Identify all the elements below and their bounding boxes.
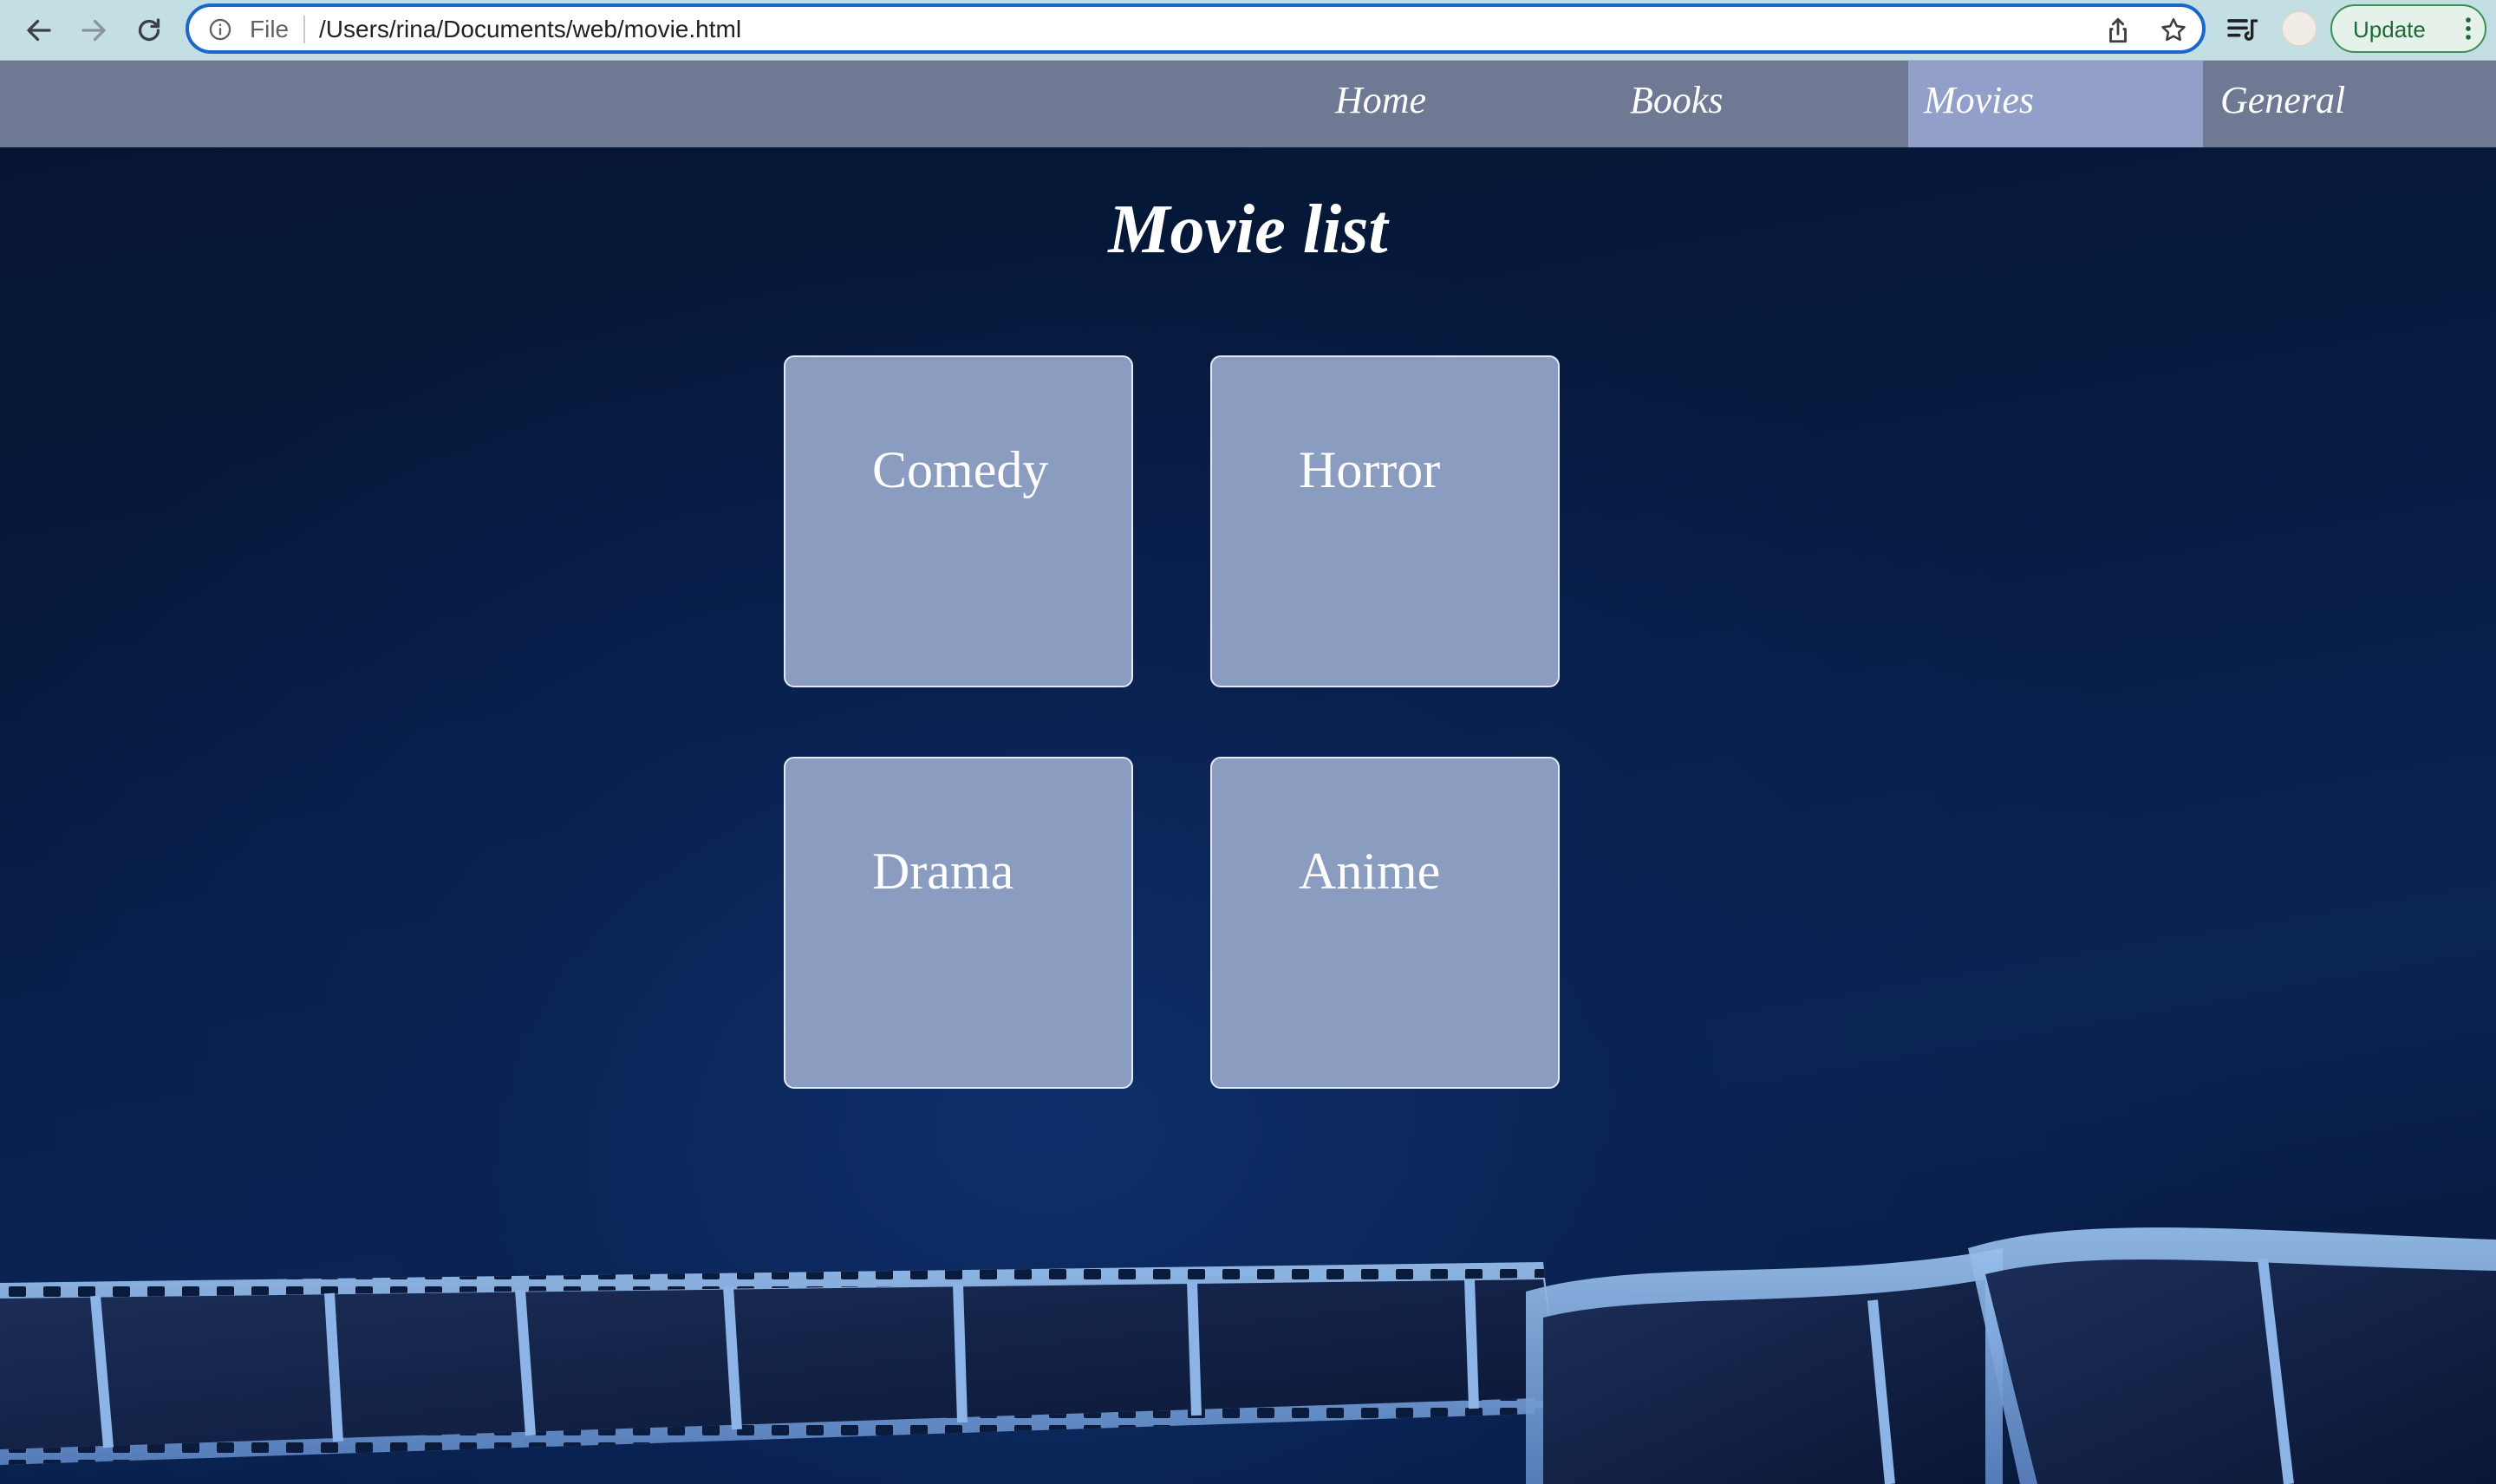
forward-button[interactable]: [72, 9, 115, 52]
address-separator: [303, 16, 305, 43]
forward-icon: [81, 19, 106, 42]
film-strip-decoration: [0, 1227, 2496, 1484]
nav-item-label: Home: [1335, 79, 1427, 121]
star-icon[interactable]: [2159, 16, 2188, 45]
category-card-horror[interactable]: Horror: [1210, 355, 1560, 687]
page-content: Home Books Movies General Movie list Com…: [0, 61, 2496, 1484]
reading-list-icon[interactable]: [2225, 12, 2259, 47]
category-card-drama[interactable]: Drama: [784, 757, 1133, 1089]
nav-item-movies[interactable]: Movies: [1908, 61, 2203, 147]
category-label: Comedy: [872, 441, 1049, 498]
info-icon[interactable]: [208, 17, 232, 42]
category-card-anime[interactable]: Anime: [1210, 757, 1560, 1089]
top-nav: Home Books Movies General: [0, 61, 2496, 147]
nav-item-label: Movies: [1924, 79, 2035, 121]
category-label: Horror: [1299, 441, 1441, 498]
nav-item-general[interactable]: General: [2203, 61, 2496, 147]
category-label: Drama: [872, 843, 1014, 900]
nav-item-label: Books: [1630, 79, 1724, 121]
back-button[interactable]: [17, 9, 61, 52]
page-title: Movie list: [1108, 192, 1388, 268]
kebab-menu-icon[interactable]: [2459, 14, 2478, 43]
nav-item-label: General: [2220, 79, 2346, 121]
url-text[interactable]: /Users/rina/Documents/web/movie.html: [319, 16, 741, 43]
reload-button[interactable]: [127, 9, 171, 52]
address-bar[interactable]: File /Users/rina/Documents/web/movie.htm…: [186, 3, 2206, 54]
category-card-comedy[interactable]: Comedy: [784, 355, 1133, 687]
nav-item-books[interactable]: Books: [1611, 61, 1906, 147]
update-button[interactable]: Update: [2330, 4, 2486, 53]
nav-item-home[interactable]: Home: [1316, 61, 1611, 147]
category-label: Anime: [1299, 843, 1441, 900]
share-icon[interactable]: [2103, 16, 2133, 45]
reload-icon: [138, 18, 160, 42]
profile-avatar[interactable]: [2281, 10, 2317, 47]
browser-toolbar: File /Users/rina/Documents/web/movie.htm…: [0, 0, 2496, 61]
back-icon: [27, 19, 51, 42]
site-info-label[interactable]: File: [250, 16, 289, 43]
update-label: Update: [2353, 16, 2426, 42]
